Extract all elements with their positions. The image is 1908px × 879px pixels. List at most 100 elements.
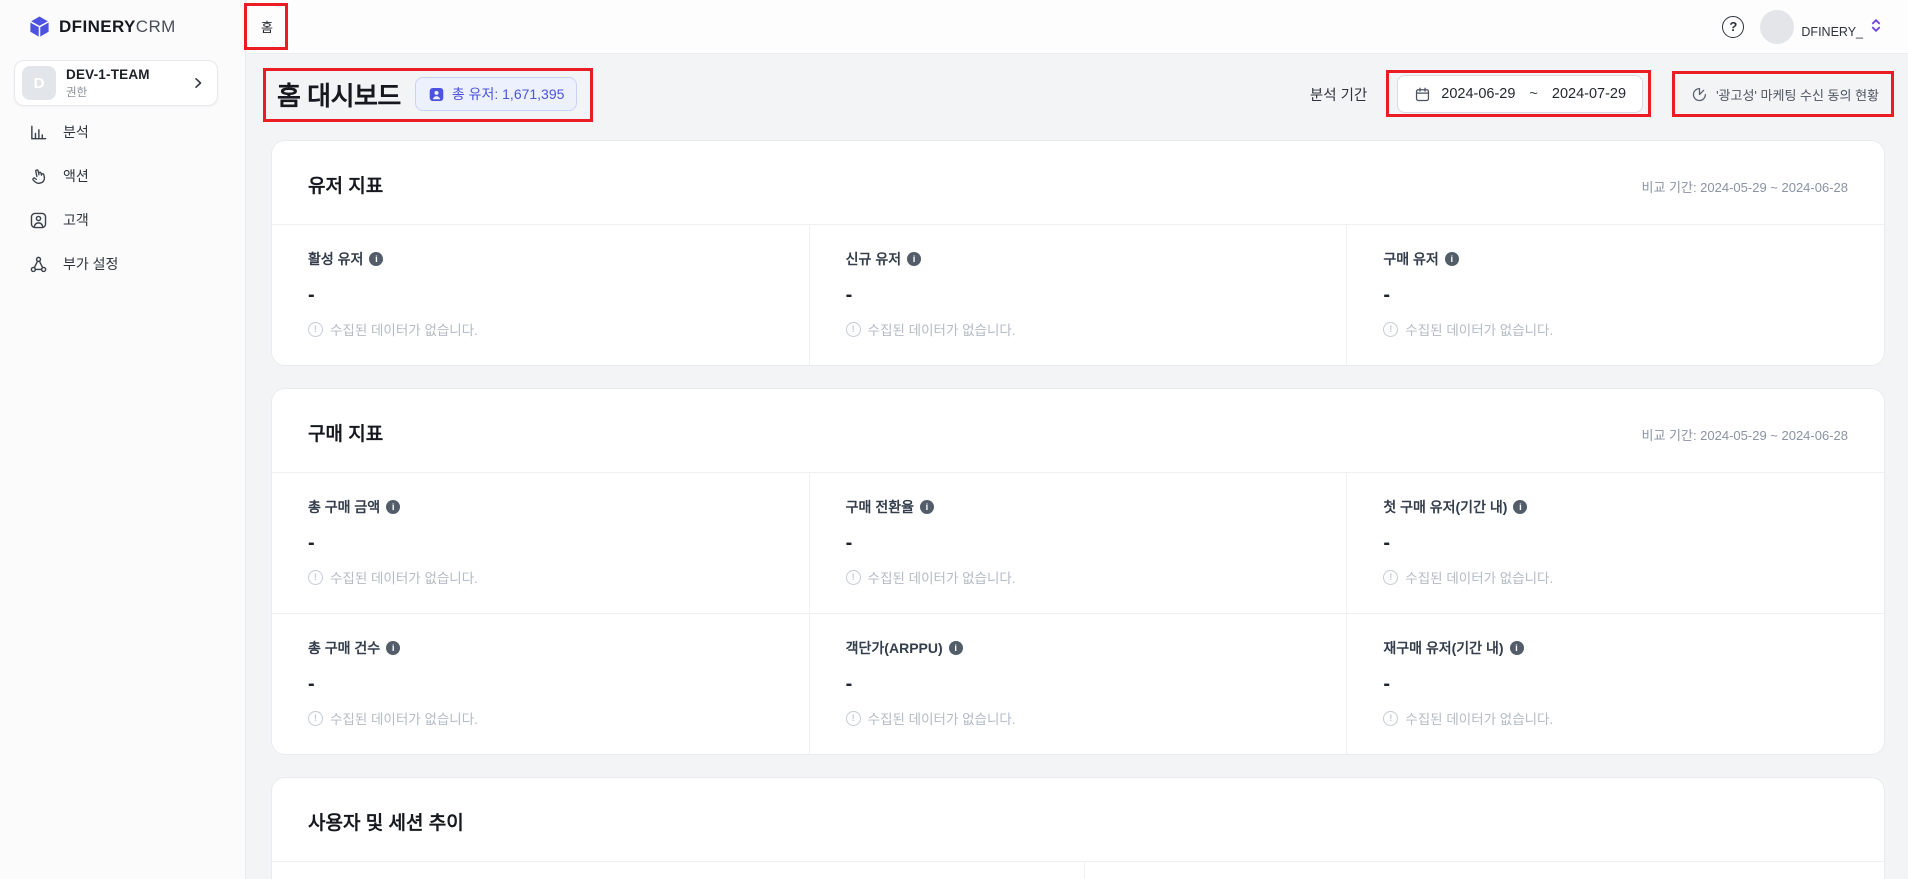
metric-value: - — [846, 673, 1311, 696]
brand-name: DFINERY — [59, 17, 136, 36]
no-data-message: !수집된 데이터가 없습니다. — [846, 319, 1311, 339]
no-data-message: !수집된 데이터가 없습니다. — [846, 567, 1311, 587]
brand-logo: DFINERYCRM — [0, 0, 245, 38]
team-avatar: D — [22, 66, 56, 100]
no-data-message: !수집된 데이터가 없습니다. — [308, 319, 773, 339]
team-selector[interactable]: D DEV-1-TEAM 권한 — [14, 60, 218, 106]
sidebar-item-label: 분석 — [63, 122, 89, 142]
metric-card-repurchase-users: 재구매 유저(기간 내)i - !수집된 데이터가 없습니다. — [1346, 614, 1884, 754]
sidebar-nav: 분석 액션 고객 — [0, 110, 245, 286]
info-icon[interactable]: i — [1513, 500, 1527, 514]
topbar: 홈 ? DFINERY_ — [247, 0, 1908, 54]
metric-card-arppu: 객단가(ARPPU)i - !수집된 데이터가 없습니다. — [809, 614, 1347, 754]
metric-value: - — [846, 532, 1311, 555]
metric-card-new-users: 신규 유저i - !수집된 데이터가 없습니다. — [809, 225, 1347, 365]
alert-circle-icon: ! — [308, 322, 323, 337]
help-icon[interactable]: ? — [1722, 16, 1744, 38]
info-icon[interactable]: i — [920, 500, 934, 514]
metric-card-purchase-conversion: 구매 전환율i - !수집된 데이터가 없습니다. — [809, 473, 1347, 613]
section-title: 유저 지표 — [308, 171, 383, 198]
page-title: 홈 대시보드 — [277, 76, 401, 113]
metric-value: - — [308, 673, 773, 696]
no-data-message: !수집된 데이터가 없습니다. — [308, 708, 773, 728]
bar-chart-icon — [28, 122, 48, 142]
metric-value: - — [1383, 673, 1848, 696]
sidebar-item-label: 부가 설정 — [63, 254, 118, 274]
chevron-updown-icon — [1870, 17, 1882, 34]
team-role: 권한 — [66, 84, 150, 100]
team-name: DEV-1-TEAM — [66, 67, 150, 82]
section-session-trend: 사용자 및 세션 추이 일 평균 활성 유저 수 - 일 평균 세션 수 - 유… — [271, 777, 1885, 879]
no-data-message: !수집된 데이터가 없습니다. — [846, 708, 1311, 728]
chevron-right-icon — [191, 76, 205, 90]
account-name: DFINERY_ — [1801, 25, 1863, 39]
info-icon[interactable]: i — [949, 641, 963, 655]
customer-card-icon — [28, 210, 48, 230]
user-badge-icon — [428, 86, 445, 103]
avatar — [1760, 10, 1794, 44]
date-end: 2024-07-29 — [1552, 86, 1626, 102]
content: 홈 대시보드 총 유저: 1,671,395 분석 기간 — [247, 70, 1908, 879]
alert-circle-icon: ! — [846, 322, 861, 337]
metric-value: - — [1383, 284, 1848, 307]
alert-circle-icon: ! — [308, 711, 323, 726]
no-data-message: !수집된 데이터가 없습니다. — [1383, 567, 1848, 587]
total-users-badge: 총 유저: 1,671,395 — [415, 77, 578, 111]
date-start: 2024-06-29 — [1441, 86, 1515, 102]
metric-card-active-users: 활성 유저i - !수집된 데이터가 없습니다. — [272, 225, 809, 365]
sidebar-item-label: 고객 — [63, 210, 89, 230]
brand-suffix: CRM — [136, 17, 176, 36]
no-data-message: !수집된 데이터가 없습니다. — [1383, 319, 1848, 339]
sidebar: DFINERYCRM D DEV-1-TEAM 권한 분석 — [0, 0, 246, 879]
pie-chart-icon — [1691, 86, 1708, 103]
sidebar-item-label: 액션 — [63, 166, 89, 186]
hand-pointer-icon — [28, 166, 48, 186]
metric-card-daily-avg-sessions: 일 평균 세션 수 - — [1084, 862, 1381, 879]
alert-circle-icon: ! — [1383, 570, 1398, 585]
sidebar-item-extra-settings[interactable]: 부가 설정 — [0, 242, 245, 286]
metric-value: - — [308, 532, 773, 555]
analysis-period-label: 분석 기간 — [1310, 84, 1367, 105]
metric-card-purchasing-users: 구매 유저i - !수집된 데이터가 없습니다. — [1346, 225, 1884, 365]
section-title: 사용자 및 세션 추이 — [308, 808, 464, 835]
alert-circle-icon: ! — [846, 570, 861, 585]
info-icon[interactable]: i — [386, 641, 400, 655]
alert-circle-icon: ! — [1383, 322, 1398, 337]
topnav-home[interactable]: 홈 — [259, 16, 275, 39]
comparison-period: 비교 기간: 2024-05-29 ~ 2024-06-28 — [1642, 177, 1849, 196]
info-icon[interactable]: i — [369, 252, 383, 266]
sidebar-item-customers[interactable]: 고객 — [0, 198, 245, 242]
metric-card-avg-sessions-per-user: 유저당 평균 세션 수 - — [1381, 862, 1884, 879]
date-range-picker[interactable]: 2024-06-29 ~ 2024-07-29 — [1397, 75, 1643, 113]
metric-card-first-purchase-users: 첫 구매 유저(기간 내)i - !수집된 데이터가 없습니다. — [1346, 473, 1884, 613]
marketing-consent-button[interactable]: '광고성' 마케팅 수신 동의 현황 — [1685, 75, 1885, 113]
brand-cube-icon — [28, 15, 51, 38]
nodes-icon — [28, 254, 48, 274]
metric-value: - — [1383, 532, 1848, 555]
comparison-period: 비교 기간: 2024-05-29 ~ 2024-06-28 — [1642, 425, 1849, 444]
calendar-icon — [1414, 86, 1431, 103]
alert-circle-icon: ! — [1383, 711, 1398, 726]
info-icon[interactable]: i — [1510, 641, 1524, 655]
section-purchase-metrics: 구매 지표 비교 기간: 2024-05-29 ~ 2024-06-28 총 구… — [271, 388, 1885, 755]
section-title: 구매 지표 — [308, 419, 383, 446]
section-user-metrics: 유저 지표 비교 기간: 2024-05-29 ~ 2024-06-28 활성 … — [271, 140, 1885, 366]
info-icon[interactable]: i — [907, 252, 921, 266]
date-separator: ~ — [1529, 86, 1537, 102]
alert-circle-icon: ! — [846, 711, 861, 726]
account-menu[interactable]: DFINERY_ — [1760, 10, 1882, 44]
metric-card-daily-avg-active-users: 일 평균 활성 유저 수 - — [272, 862, 1084, 879]
marketing-consent-label: '광고성' 마케팅 수신 동의 현황 — [1716, 85, 1879, 104]
main-area: 홈 ? DFINERY_ 홈 대시보드 — [247, 0, 1908, 879]
metric-card-total-purchase-count: 총 구매 건수i - !수집된 데이터가 없습니다. — [272, 614, 809, 754]
metric-value: - — [308, 284, 773, 307]
alert-circle-icon: ! — [308, 570, 323, 585]
no-data-message: !수집된 데이터가 없습니다. — [308, 567, 773, 587]
sidebar-item-action[interactable]: 액션 — [0, 154, 245, 198]
page-header: 홈 대시보드 총 유저: 1,671,395 분석 기간 — [271, 70, 1885, 118]
info-icon[interactable]: i — [386, 500, 400, 514]
total-users-label: 총 유저: 1,671,395 — [452, 84, 565, 104]
sidebar-item-analytics[interactable]: 분석 — [0, 110, 245, 154]
metric-card-total-purchase-amount: 총 구매 금액i - !수집된 데이터가 없습니다. — [272, 473, 809, 613]
info-icon[interactable]: i — [1445, 252, 1459, 266]
